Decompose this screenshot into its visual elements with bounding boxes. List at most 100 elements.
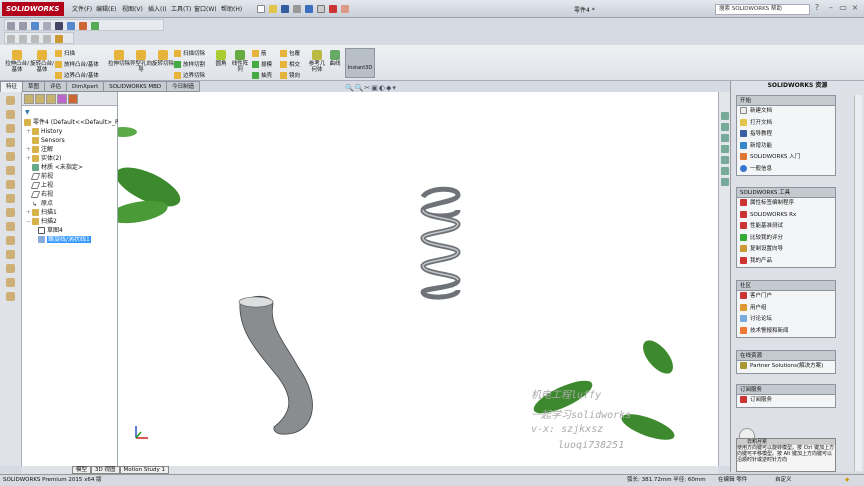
tree-root-part[interactable]: 零件4 (Default<<Default>_Ph bbox=[24, 118, 122, 127]
instant3d-button[interactable]: Instant3D bbox=[345, 48, 375, 78]
print-icon[interactable] bbox=[293, 5, 301, 13]
feature-icon[interactable] bbox=[6, 124, 15, 133]
feature-icon[interactable] bbox=[6, 152, 15, 161]
section-view-icon[interactable] bbox=[31, 22, 39, 30]
appearance-icon[interactable] bbox=[79, 22, 87, 30]
menu-tools[interactable]: 工具(T) bbox=[171, 4, 191, 13]
tab-dimxpert[interactable]: DimXpert bbox=[66, 81, 105, 92]
link-open-document[interactable]: 打开文档 bbox=[737, 118, 835, 130]
resources-tab-icon[interactable] bbox=[720, 112, 729, 120]
file-explorer-tab-icon[interactable] bbox=[720, 134, 729, 142]
appearances-tab-icon[interactable] bbox=[720, 156, 729, 164]
tab-evaluate[interactable]: 评估 bbox=[44, 81, 68, 92]
sketch-tool-icon[interactable] bbox=[19, 35, 27, 43]
sweep-button[interactable]: 扫描 bbox=[55, 49, 75, 57]
zoom-area-icon[interactable] bbox=[19, 22, 27, 30]
feature-icon[interactable] bbox=[6, 292, 15, 301]
open-file-icon[interactable] bbox=[269, 5, 277, 13]
section-header[interactable]: 在线资源 bbox=[737, 351, 835, 361]
view-palette-tab-icon[interactable] bbox=[720, 145, 729, 153]
extrude-cut-button[interactable]: 拉伸切除 bbox=[108, 48, 130, 67]
section-header[interactable]: 社区 bbox=[737, 281, 835, 291]
feature-icon[interactable] bbox=[6, 110, 15, 119]
sketch-tool-icon[interactable] bbox=[7, 35, 15, 43]
wrap-button[interactable]: 包覆 bbox=[280, 49, 300, 57]
featuremanager-tab-icon[interactable] bbox=[24, 94, 34, 104]
tab-sketch[interactable]: 草图 bbox=[22, 81, 46, 92]
propertymanager-tab-icon[interactable] bbox=[35, 94, 45, 104]
mirror-button[interactable]: 镜向 bbox=[280, 71, 300, 79]
solidworks-logo[interactable]: SOLIDWORKS bbox=[2, 2, 64, 16]
boundary-cut-button[interactable]: 边界切除 bbox=[174, 71, 205, 79]
link-copy-settings[interactable]: 复制设置向导 bbox=[737, 244, 835, 256]
link-partner-solutions[interactable]: Partner Solutions(解决方案) bbox=[737, 361, 835, 373]
feature-icon[interactable] bbox=[6, 222, 15, 231]
task-pane-scrollbar[interactable] bbox=[854, 95, 862, 471]
menu-window[interactable]: 窗口(W) bbox=[194, 4, 217, 13]
menu-file[interactable]: 文件(F) bbox=[72, 4, 92, 13]
section-header[interactable]: 订阅服务 bbox=[737, 385, 835, 395]
rib-button[interactable]: 筋 bbox=[252, 49, 267, 57]
link-forum[interactable]: 讨论论坛 bbox=[737, 314, 835, 326]
lofted-cut-button[interactable]: 放样切割 bbox=[174, 60, 205, 68]
link-intro[interactable]: SOLIDWORKS 入门 bbox=[737, 152, 835, 164]
tree-node-origin[interactable]: ↳ 原点 bbox=[32, 199, 53, 208]
sketch-tool-icon[interactable] bbox=[55, 35, 63, 43]
tab-mbd[interactable]: SOLIDWORKS MBD bbox=[103, 81, 168, 92]
link-performance-benchmark[interactable]: 性能基准测试 bbox=[737, 221, 835, 233]
boundary-boss-button[interactable]: 边界凸台/基体 bbox=[55, 71, 99, 79]
tree-node-right-plane[interactable]: 右视 bbox=[30, 190, 53, 199]
feature-icon[interactable] bbox=[6, 166, 15, 175]
feature-icon[interactable] bbox=[6, 194, 15, 203]
minimize-button[interactable]: – bbox=[826, 3, 836, 13]
restore-button[interactable]: ▭ bbox=[838, 3, 848, 13]
rebuild-icon[interactable] bbox=[329, 5, 337, 13]
tab-features[interactable]: 特征 bbox=[0, 81, 24, 92]
dimxpert-tab-icon[interactable] bbox=[57, 94, 67, 104]
link-my-products[interactable]: 我的产品 bbox=[737, 256, 835, 268]
help-icon[interactable]: ? bbox=[812, 3, 822, 13]
display-style-icon[interactable] bbox=[55, 22, 63, 30]
units-selector[interactable]: 自定义 bbox=[775, 475, 792, 486]
feature-icon[interactable] bbox=[6, 264, 15, 273]
link-solidworks-rx[interactable]: SOLIDWORKS Rx bbox=[737, 210, 835, 222]
select-icon[interactable] bbox=[317, 5, 325, 13]
custom-properties-tab-icon[interactable] bbox=[720, 167, 729, 175]
new-file-icon[interactable] bbox=[257, 5, 265, 13]
tree-node-helix1[interactable]: 螺旋线/涡状线1 bbox=[38, 235, 91, 244]
help-search-input[interactable]: 搜索 SOLIDWORKS 帮助 bbox=[715, 4, 810, 15]
intersect-button[interactable]: 相交 bbox=[280, 60, 300, 68]
feature-icon[interactable] bbox=[6, 96, 15, 105]
link-user-groups[interactable]: 用户组 bbox=[737, 303, 835, 315]
tree-node-sensors[interactable]: Sensors bbox=[32, 136, 65, 145]
feature-icon[interactable] bbox=[6, 278, 15, 287]
heads-up-view-toolbar[interactable]: 🔍🔍✂▣◐◆▾ bbox=[345, 84, 397, 92]
link-whats-new[interactable]: 新增功能 bbox=[737, 141, 835, 153]
linear-pattern-button[interactable]: 线性阵列 bbox=[230, 48, 250, 73]
tree-node-history[interactable]: + History bbox=[26, 127, 62, 136]
tab-model[interactable]: 模型 bbox=[72, 466, 92, 474]
tree-node-material[interactable]: 材质 <未指定> bbox=[32, 163, 83, 172]
swept-cut-button[interactable]: 扫描切除 bbox=[174, 49, 205, 57]
link-tutorials[interactable]: 指导教程 bbox=[737, 129, 835, 141]
revolve-boss-button[interactable]: 旋转凸台/基体 bbox=[30, 48, 54, 73]
link-property-tab-builder[interactable]: 属性标签编制程序 bbox=[737, 198, 835, 210]
section-header[interactable]: SOLIDWORKS 工具 bbox=[737, 188, 835, 198]
reference-geometry-button[interactable]: 参考几何体 bbox=[308, 48, 326, 73]
link-tech-alerts[interactable]: 技术警报和新闻 bbox=[737, 326, 835, 338]
scene-icon[interactable] bbox=[91, 22, 99, 30]
tab-motion-study[interactable]: Motion Study 1 bbox=[119, 466, 170, 474]
hide-show-icon[interactable] bbox=[67, 22, 75, 30]
tab-3d-views[interactable]: 3D 视图 bbox=[91, 466, 120, 474]
design-library-tab-icon[interactable] bbox=[720, 123, 729, 131]
sketch-tool-icon[interactable] bbox=[43, 35, 51, 43]
tab-3dexperience[interactable]: 今日制造 bbox=[166, 81, 201, 92]
undo-icon[interactable] bbox=[305, 5, 313, 13]
help-icon[interactable]: ◆ bbox=[845, 475, 849, 486]
zoom-icon[interactable] bbox=[7, 22, 15, 30]
save-icon[interactable] bbox=[281, 5, 289, 13]
shell-button[interactable]: 抽壳 bbox=[252, 71, 272, 79]
menu-view[interactable]: 视图(V) bbox=[122, 4, 143, 13]
sketch-tool-icon[interactable] bbox=[31, 35, 39, 43]
link-subscription-services[interactable]: 订阅服务 bbox=[737, 395, 835, 407]
